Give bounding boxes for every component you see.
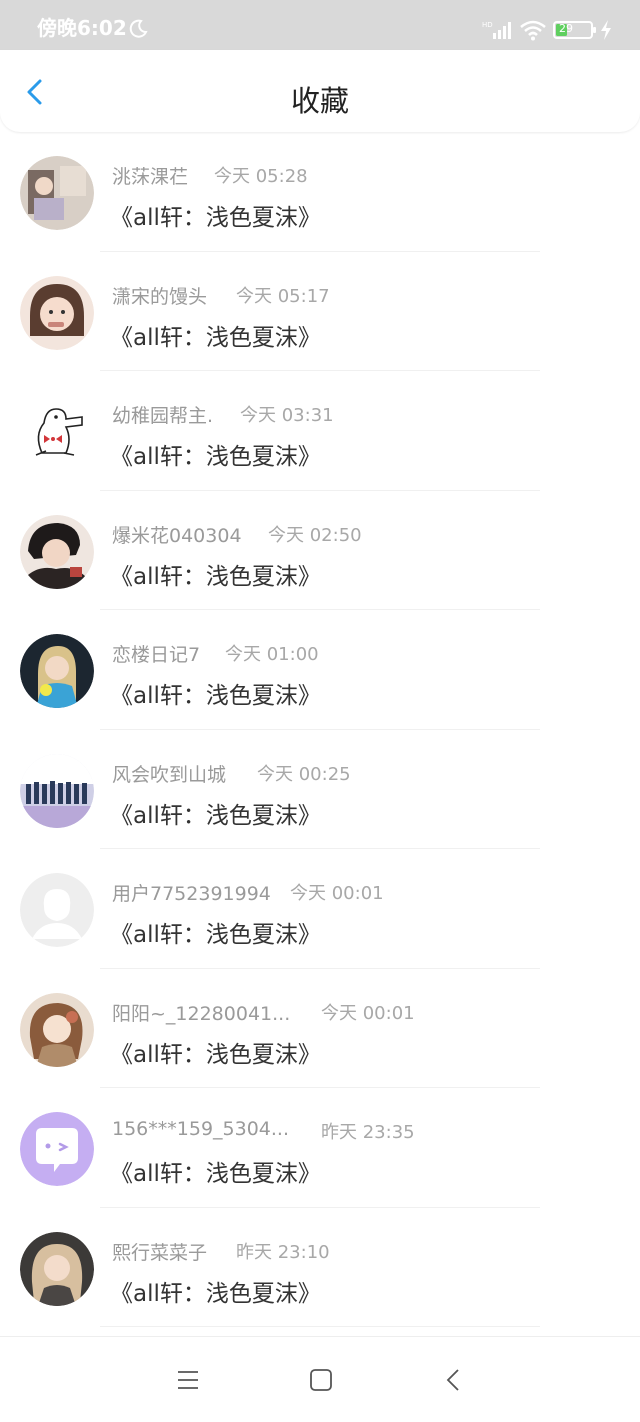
photo-avatar: [20, 1231, 94, 1306]
list-item[interactable]: 用户7752391994 今天 00:01 《all轩：浅色夏沫》: [0, 849, 640, 969]
photo-avatar: [20, 514, 94, 589]
back-icon[interactable]: [444, 1367, 462, 1393]
home-icon[interactable]: [309, 1368, 333, 1392]
page-title: 收藏: [290, 84, 349, 118]
list-item[interactable]: 潇宋的馒头 今天 05:17 《all轩：浅色夏沫》: [0, 252, 640, 371]
item-title: 《all轩：浅色夏沫》: [110, 922, 321, 948]
status-bar: 傍晚6:02 HD 29: [0, 0, 640, 50]
item-time: 今天 00:01: [290, 883, 384, 904]
moon-icon: [129, 19, 148, 38]
item-time: 今天 00:25: [257, 763, 351, 785]
header: 收藏: [0, 50, 640, 132]
item-title: 《all轩：浅色夏沫》: [110, 444, 321, 470]
list-item[interactable]: 爆米花040304 今天 02:50 《all轩：浅色夏沫》: [0, 491, 640, 610]
list-item[interactable]: 幼稚园帮主. 今天 03:31 《all轩：浅色夏沫》: [0, 371, 640, 491]
item-title: 《all轩：浅色夏沫》: [110, 683, 321, 709]
photo-avatar: [20, 992, 94, 1067]
list-item[interactable]: 恋楼日记7 今天 01:00 《all轩：浅色夏沫》: [0, 610, 640, 730]
status-time: 傍晚6:02: [37, 16, 127, 40]
list-item[interactable]: 风会吹到山城 今天 00:25 《all轩：浅色夏沫》: [0, 730, 640, 849]
item-time: 昨天 23:10: [236, 1241, 330, 1263]
wifi-icon: [520, 20, 546, 41]
menu-icon[interactable]: [176, 1369, 200, 1391]
item-title: 《all轩：浅色夏沫》: [110, 324, 321, 351]
divider: [100, 1326, 540, 1327]
charge-icon: [601, 20, 611, 40]
item-title: 《all轩：浅色夏沫》: [110, 205, 321, 231]
item-title: 《all轩：浅色夏沫》: [110, 563, 321, 590]
item-author: 156***159_5304...: [112, 1118, 290, 1140]
item-author: 恋楼日记7: [112, 644, 201, 666]
item-title: 《all轩：浅色夏沫》: [110, 1041, 321, 1068]
item-author: 熙行菜菜子: [112, 1241, 208, 1264]
photo-avatar: [20, 753, 94, 828]
item-author: 洮莯淉芢: [112, 166, 189, 188]
item-author: 阳阳~_12280041...: [112, 1002, 291, 1025]
list-item[interactable]: 阳阳~_12280041... 今天 00:01 《all轩：浅色夏沫》: [0, 969, 640, 1088]
item-time: 今天 02:50: [268, 524, 362, 546]
system-nav-bar: [0, 1336, 640, 1422]
photo-avatar: [20, 634, 94, 708]
default-user-avatar: [20, 873, 94, 947]
signal-icon: HD: [482, 21, 511, 39]
item-title: 《all轩：浅色夏沫》: [110, 802, 321, 829]
item-author: 幼稚园帮主.: [112, 405, 214, 427]
svg-text:HD: HD: [482, 21, 493, 29]
item-title: 《all轩：浅色夏沫》: [110, 1280, 321, 1307]
item-time: 昨天 23:35: [321, 1122, 415, 1143]
item-title: 《all轩：浅色夏沫》: [110, 1161, 321, 1187]
favorites-list: 洮莯淉芢 今天 05:28 《all轩：浅色夏沫》 潇宋的馒头 今天 05:17…: [0, 132, 640, 1327]
battery-level: 29: [559, 22, 573, 35]
chat-bubble-avatar: [20, 1112, 94, 1186]
item-time: 今天 05:28: [214, 166, 308, 187]
photo-avatar: [20, 156, 94, 230]
list-item[interactable]: 156***159_5304... 昨天 23:35 《all轩：浅色夏沫》: [0, 1088, 640, 1208]
item-time: 今天 05:17: [236, 285, 330, 307]
item-author: 爆米花040304: [112, 524, 242, 547]
item-time: 今天 00:01: [321, 1002, 415, 1024]
item-time: 今天 01:00: [225, 644, 319, 665]
item-author: 潇宋的馒头: [112, 285, 208, 308]
list-item[interactable]: 洮莯淉芢 今天 05:28 《all轩：浅色夏沫》: [0, 132, 640, 252]
photo-avatar: [20, 275, 94, 350]
item-time: 今天 03:31: [240, 405, 334, 426]
item-author: 风会吹到山城: [112, 763, 227, 786]
list-item[interactable]: 熙行菜菜子 昨天 23:10 《all轩：浅色夏沫》: [0, 1208, 640, 1327]
goose-sticker-avatar: [20, 395, 94, 469]
item-author: 用户7752391994: [112, 883, 271, 905]
